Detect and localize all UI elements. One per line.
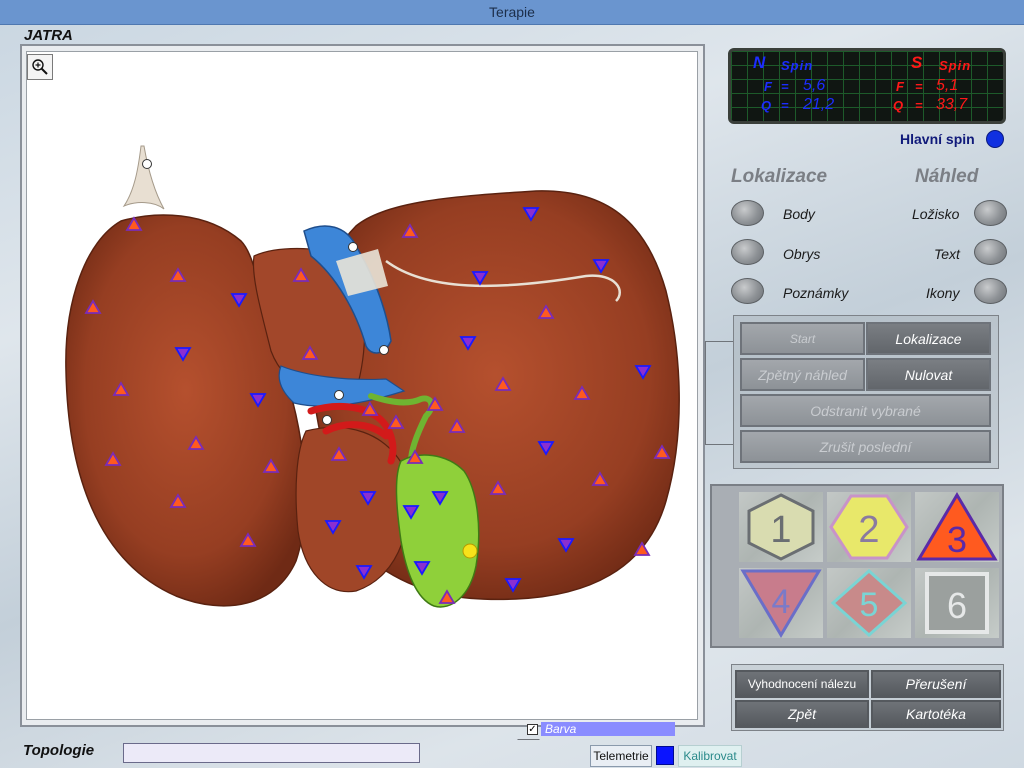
localize-button[interactable]: Lokalizace	[866, 322, 991, 355]
spin-display: N Spin F = 5,6 Q = 21,2 S Spin F = 5,1 Q…	[728, 48, 1006, 124]
svg-text:4: 4	[772, 583, 791, 621]
north-spin-label: Spin	[781, 58, 814, 73]
reset-button[interactable]: Nulovat	[866, 358, 991, 391]
remove-selected-button[interactable]: Odstranit vybrané	[740, 394, 991, 427]
color-toggle[interactable]: ✓ Barva	[527, 722, 677, 736]
svg-text:1: 1	[770, 509, 791, 551]
notes-toggle[interactable]	[731, 278, 764, 304]
main-spin-indicator	[986, 130, 1004, 148]
color-label: Barva	[541, 722, 675, 736]
main-spin-label: Hlavní spin	[900, 131, 975, 147]
option-label: Obrys	[783, 246, 821, 262]
north-label: N	[753, 53, 766, 72]
svg-text:3: 3	[947, 519, 967, 560]
marker-5-option[interactable]: 5	[827, 568, 911, 638]
calibrate-button[interactable]: Kalibrovat	[678, 745, 742, 767]
preview-header: Náhled	[915, 166, 979, 187]
point-marker[interactable]	[322, 415, 332, 425]
marker-icon-panel: 1 2 3 4 5 6	[710, 484, 1004, 648]
option-label: Text	[934, 246, 960, 262]
south-spin-label: Spin	[939, 58, 972, 73]
back-preview-button[interactable]: Zpětný náhled	[740, 358, 865, 391]
north-q-value: 21,2	[803, 96, 835, 113]
window-title: Terapie	[0, 0, 1024, 25]
icons-toggle[interactable]	[974, 278, 1007, 304]
connector	[705, 341, 733, 445]
square-6-icon: 6	[925, 572, 989, 634]
south-q-value: 33,7	[936, 96, 968, 113]
hexagon-2-icon: 2	[829, 494, 909, 560]
start-button[interactable]: Start	[740, 322, 865, 355]
zoom-button[interactable]	[27, 54, 53, 80]
triangle-up-3-icon: 3	[916, 492, 998, 561]
option-label: Poznámky	[783, 285, 849, 301]
outline-toggle[interactable]	[731, 239, 764, 265]
localization-header: Lokalizace	[731, 166, 828, 187]
interrupt-button[interactable]: Přerušení	[871, 670, 1001, 698]
back-button[interactable]: Zpět	[735, 700, 869, 728]
hexagon-1-icon: 1	[747, 493, 815, 561]
topology-input[interactable]	[123, 743, 420, 763]
svg-text:5: 5	[860, 586, 879, 624]
marker-6-option[interactable]: 6	[915, 568, 999, 638]
color-checkbox[interactable]: ✓	[527, 723, 538, 735]
option-label: Ložisko	[912, 206, 960, 222]
organ-title: JATRA	[24, 27, 73, 44]
text-toggle[interactable]	[974, 239, 1007, 265]
liver-illustration[interactable]	[26, 51, 698, 720]
lesion-toggle[interactable]	[974, 200, 1007, 226]
option-label: Body	[783, 206, 815, 222]
point-marker[interactable]	[142, 159, 152, 169]
zoom-in-icon	[32, 59, 48, 75]
evaluate-button[interactable]: Vyhodnocení nálezu	[735, 670, 869, 698]
option-label: Ikony	[926, 285, 960, 301]
point-marker[interactable]	[334, 390, 344, 400]
ligament	[122, 145, 165, 210]
point-marker[interactable]	[379, 345, 389, 355]
undo-last-button[interactable]: Zrušit poslední	[740, 430, 991, 463]
north-f-value: 5,6	[803, 77, 826, 94]
svg-text:2: 2	[858, 509, 879, 551]
hexagon-marker[interactable]	[462, 543, 478, 559]
telemetry-indicator	[656, 746, 674, 765]
south-f-value: 5,1	[936, 77, 959, 94]
south-label: S	[911, 53, 923, 72]
topology-label: Topologie	[23, 742, 95, 759]
marker-2-option[interactable]: 2	[827, 492, 911, 562]
marker-4-option[interactable]: 4	[739, 568, 823, 638]
gallbladder	[395, 454, 480, 608]
marker-3-option[interactable]: 3	[915, 492, 999, 562]
card-index-button[interactable]: Kartotéka	[871, 700, 1001, 728]
diamond-5-icon: 5	[830, 568, 908, 638]
svg-text:6: 6	[947, 585, 967, 626]
telemetry-button[interactable]: Telemetrie	[590, 745, 652, 767]
marker-1-option[interactable]: 1	[739, 492, 823, 562]
body-toggle[interactable]	[731, 200, 764, 226]
triangle-down-4-icon: 4	[740, 569, 822, 638]
point-marker[interactable]	[348, 242, 358, 252]
